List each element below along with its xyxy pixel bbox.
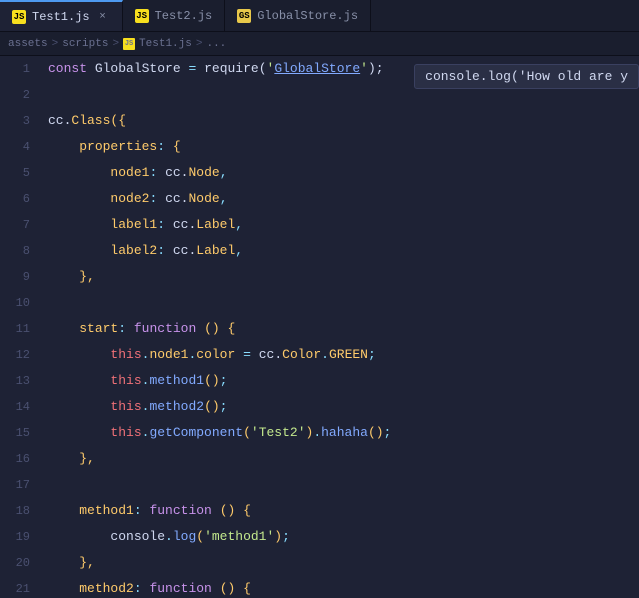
code-line-7: 7 label1: cc.Label, (0, 212, 639, 238)
line-number: 8 (0, 238, 46, 264)
line-number: 20 (0, 550, 46, 576)
line-number: 12 (0, 342, 46, 368)
code-line-17: 17 (0, 472, 639, 498)
code-line-13: 13 this.method1(); (0, 368, 639, 394)
tab-bar: JS Test1.js × JS Test2.js GS GlobalStore… (0, 0, 639, 32)
line-number: 6 (0, 186, 46, 212)
code-line-10: 10 (0, 290, 639, 316)
code-line-4: 4 properties: { (0, 134, 639, 160)
line-content: }, (46, 550, 639, 576)
code-line-9: 9 }, (0, 264, 639, 290)
tab-label-globalstore: GlobalStore.js (257, 9, 358, 23)
code-line-6: 6 node2: cc.Node, (0, 186, 639, 212)
line-number: 11 (0, 316, 46, 342)
line-number: 4 (0, 134, 46, 160)
code-line-5: 5 node1: cc.Node, (0, 160, 639, 186)
line-number: 14 (0, 394, 46, 420)
breadcrumb-file-icon: JS (123, 38, 135, 50)
line-content: this.method2(); (46, 394, 639, 420)
code-area[interactable]: 1const GlobalStore = require('GlobalStor… (0, 56, 639, 597)
code-line-20: 20 }, (0, 550, 639, 576)
line-content: label2: cc.Label, (46, 238, 639, 264)
line-number: 2 (0, 82, 46, 108)
line-content: method1: function () { (46, 498, 639, 524)
line-number: 13 (0, 368, 46, 394)
line-content: method2: function () { (46, 576, 639, 597)
line-number: 5 (0, 160, 46, 186)
tab-icon-test2: JS (135, 9, 149, 23)
code-line-11: 11 start: function () { (0, 316, 639, 342)
line-number: 10 (0, 290, 46, 316)
line-number: 7 (0, 212, 46, 238)
line-content: node2: cc.Node, (46, 186, 639, 212)
editor[interactable]: console.log('How old are y 1const Global… (0, 56, 639, 597)
code-line-8: 8 label2: cc.Label, (0, 238, 639, 264)
code-line-19: 19 console.log('method1'); (0, 524, 639, 550)
line-number: 9 (0, 264, 46, 290)
code-line-21: 21 method2: function () { (0, 576, 639, 597)
line-content: node1: cc.Node, (46, 160, 639, 186)
line-content: this.method1(); (46, 368, 639, 394)
tab-test1[interactable]: JS Test1.js × (0, 0, 123, 31)
line-content: }, (46, 446, 639, 472)
line-content: }, (46, 264, 639, 290)
code-line-12: 12 this.node1.color = cc.Color.GREEN; (0, 342, 639, 368)
tab-close-test1[interactable]: × (96, 10, 110, 24)
line-number: 15 (0, 420, 46, 446)
line-number: 19 (0, 524, 46, 550)
line-content: start: function () { (46, 316, 639, 342)
tooltip: console.log('How old are y (414, 64, 639, 89)
tab-icon-globalstore: GS (237, 9, 251, 23)
line-number: 16 (0, 446, 46, 472)
line-number: 17 (0, 472, 46, 498)
code-line-16: 16 }, (0, 446, 639, 472)
line-content: console.log('method1'); (46, 524, 639, 550)
line-number: 21 (0, 576, 46, 597)
line-number: 1 (0, 56, 46, 82)
breadcrumb: assets > scripts > JS Test1.js > ... (0, 32, 639, 56)
code-line-3: 3cc.Class({ (0, 108, 639, 134)
line-content: properties: { (46, 134, 639, 160)
code-line-14: 14 this.method2(); (0, 394, 639, 420)
line-content: label1: cc.Label, (46, 212, 639, 238)
tab-label-test1: Test1.js (32, 10, 90, 24)
tab-label-test2: Test2.js (155, 9, 213, 23)
code-line-18: 18 method1: function () { (0, 498, 639, 524)
tab-test2[interactable]: JS Test2.js (123, 0, 226, 31)
tab-globalstore[interactable]: GS GlobalStore.js (225, 0, 371, 31)
code-line-15: 15 this.getComponent('Test2').hahaha(); (0, 420, 639, 446)
line-number: 18 (0, 498, 46, 524)
line-number: 3 (0, 108, 46, 134)
line-content: this.node1.color = cc.Color.GREEN; (46, 342, 639, 368)
tab-icon-test1: JS (12, 10, 26, 24)
line-content: this.getComponent('Test2').hahaha(); (46, 420, 639, 446)
line-content: cc.Class({ (46, 108, 639, 134)
